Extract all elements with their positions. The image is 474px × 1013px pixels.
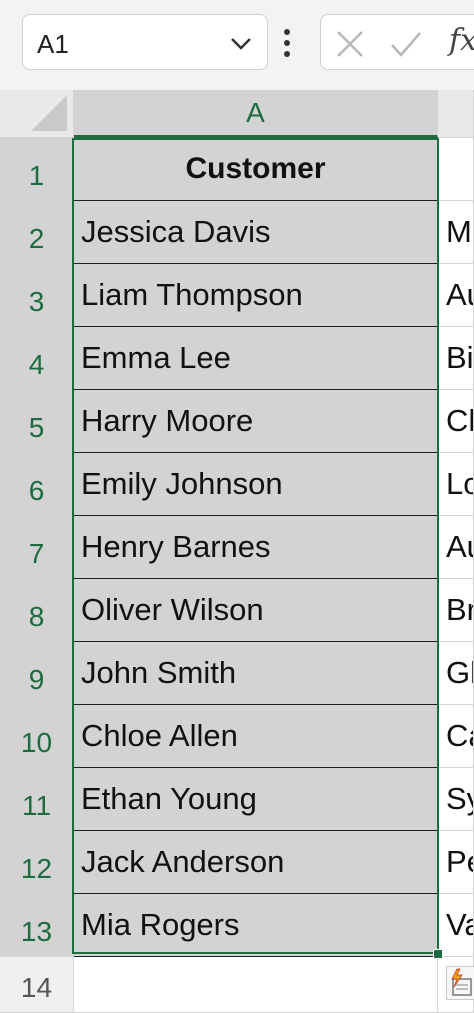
select-all-corner[interactable]	[0, 90, 74, 138]
cell-b4[interactable]: Bi	[438, 327, 474, 390]
row-header[interactable]: 10	[0, 705, 74, 768]
row-header[interactable]: 1	[0, 138, 74, 201]
name-box-value: A1	[37, 29, 69, 59]
name-box[interactable]: A1	[22, 14, 268, 70]
cell-a9[interactable]: John Smith	[74, 642, 438, 705]
fx-icon[interactable]: fx	[449, 23, 474, 58]
row-header[interactable]: 7	[0, 516, 74, 579]
cancel-icon[interactable]	[335, 29, 365, 59]
row-header[interactable]: 14	[0, 957, 74, 1013]
cell-b2[interactable]: M	[438, 201, 474, 264]
chevron-down-icon[interactable]	[227, 29, 255, 57]
row-header[interactable]: 5	[0, 390, 74, 453]
cell-b12[interactable]: Pe	[438, 831, 474, 894]
row-header[interactable]: 11	[0, 768, 74, 831]
cell-b6[interactable]: Lo	[438, 453, 474, 516]
formula-bar: A1 fx	[0, 0, 474, 90]
cell-a8[interactable]: Oliver Wilson	[74, 579, 438, 642]
cell-a12[interactable]: Jack Anderson	[74, 831, 438, 894]
formula-input-area[interactable]: fx	[320, 14, 474, 70]
row-header[interactable]: 3	[0, 264, 74, 327]
select-all-triangle-icon	[31, 95, 67, 131]
cell-a11[interactable]: Ethan Young	[74, 768, 438, 831]
cell-a7[interactable]: Henry Barnes	[74, 516, 438, 579]
cell-a2[interactable]: Jessica Davis	[74, 201, 438, 264]
row-header[interactable]: 13	[0, 894, 74, 957]
cell-a3[interactable]: Liam Thompson	[74, 264, 438, 327]
row-header[interactable]: 4	[0, 327, 74, 390]
row-header[interactable]: 8	[0, 579, 74, 642]
cell-b1[interactable]	[438, 138, 474, 201]
fill-handle[interactable]	[433, 949, 443, 959]
cell-a1[interactable]: Customer	[74, 138, 438, 201]
cell-b10[interactable]: Ca	[438, 705, 474, 768]
cell-b5[interactable]: Ch	[438, 390, 474, 453]
cell-a5[interactable]: Harry Moore	[74, 390, 438, 453]
cell-b13[interactable]: Va	[438, 894, 474, 957]
row-header[interactable]: 12	[0, 831, 74, 894]
row-header[interactable]: 2	[0, 201, 74, 264]
quick-analysis-icon	[451, 968, 472, 996]
cell-a14[interactable]	[74, 957, 438, 1013]
enter-check-icon[interactable]	[389, 29, 423, 59]
cell-b9[interactable]: Gl	[438, 642, 474, 705]
column-header-b[interactable]	[438, 90, 474, 138]
cell-a4[interactable]: Emma Lee	[74, 327, 438, 390]
cell-a13[interactable]: Mia Rogers	[74, 894, 438, 957]
row-header[interactable]: 6	[0, 453, 74, 516]
row-header[interactable]: 9	[0, 642, 74, 705]
cell-a10[interactable]: Chloe Allen	[74, 705, 438, 768]
cell-a6[interactable]: Emily Johnson	[74, 453, 438, 516]
column-header-a[interactable]: A	[74, 90, 438, 138]
cell-b11[interactable]: Sy	[438, 768, 474, 831]
quick-analysis-button[interactable]	[446, 966, 474, 1000]
cell-b8[interactable]: Br	[438, 579, 474, 642]
cell-b3[interactable]: Au	[438, 264, 474, 327]
cell-b7[interactable]: Au	[438, 516, 474, 579]
more-options-icon[interactable]	[283, 28, 291, 58]
